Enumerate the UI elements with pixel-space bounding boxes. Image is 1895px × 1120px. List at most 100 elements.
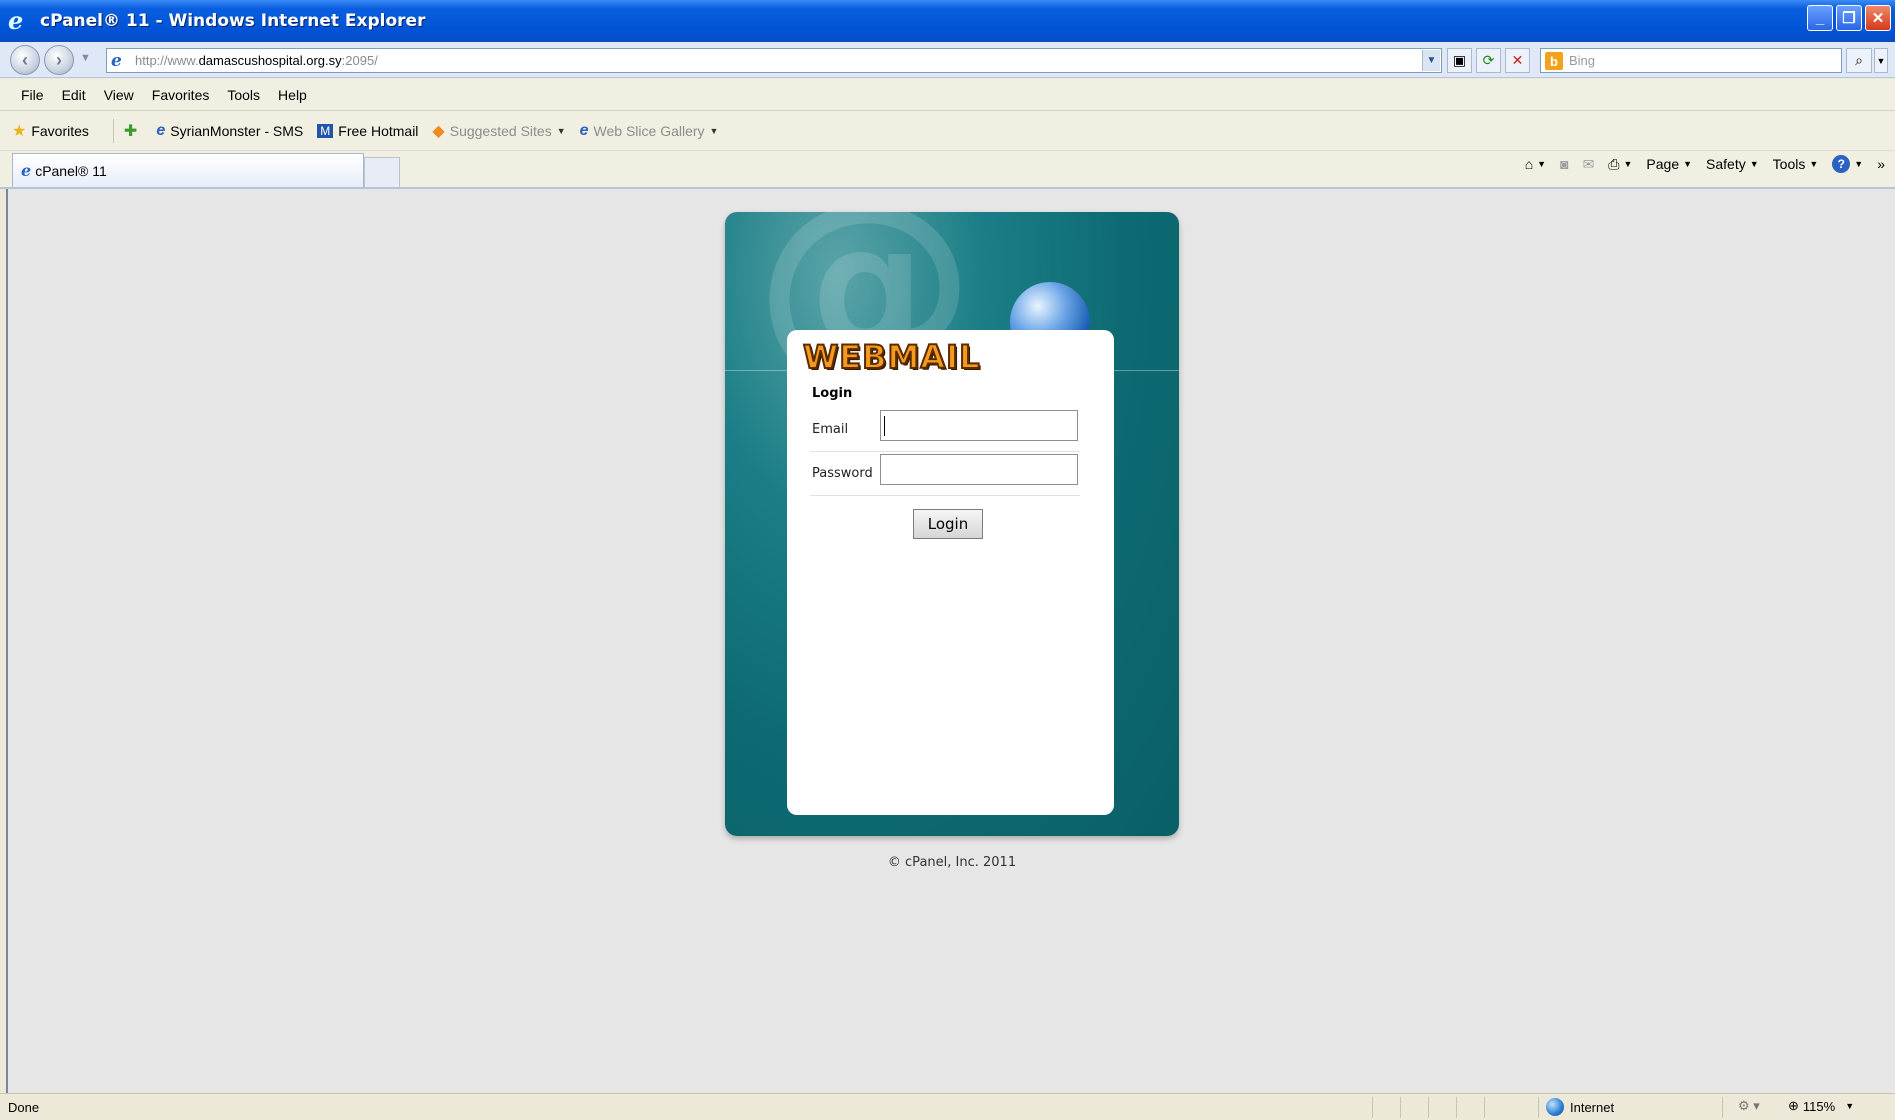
status-divider <box>1372 1097 1373 1118</box>
minimize-button[interactable]: _ <box>1807 5 1833 31</box>
safety-menu[interactable]: Safety ▼ <box>1706 156 1759 172</box>
status-divider <box>1722 1097 1723 1118</box>
ie-page-icon: e <box>579 121 589 139</box>
status-divider <box>1538 1097 1539 1118</box>
favorite-label: SyrianMonster - SMS <box>170 122 304 139</box>
back-button[interactable]: ‹ <box>10 45 40 75</box>
refresh-button[interactable]: ⟳ <box>1476 48 1501 73</box>
search-placeholder: Bing <box>1569 53 1596 68</box>
password-label: Password <box>812 466 873 481</box>
status-divider <box>1400 1097 1401 1118</box>
address-bar[interactable]: e http://www. damascushospital.org.sy :2… <box>106 48 1442 73</box>
menu-edit[interactable]: Edit <box>53 87 95 103</box>
menu-bar: File Edit View Favorites Tools Help <box>0 79 1895 111</box>
tab-label: cPanel® 11 <box>35 162 107 179</box>
new-tab-button[interactable] <box>364 157 400 187</box>
chevron-down-icon: ▼ <box>1809 159 1819 169</box>
menu-help[interactable]: Help <box>269 87 316 103</box>
menu-view[interactable]: View <box>95 87 143 103</box>
window-title-bar[interactable]: e cPanel® 11 - Windows Internet Explorer… <box>0 0 1895 42</box>
chevron-down-icon: ▼ <box>1623 159 1633 169</box>
url-host: damascushospital.org.sy <box>198 53 342 68</box>
status-divider <box>1484 1097 1485 1118</box>
search-button[interactable]: ⌕ <box>1846 48 1872 73</box>
home-button[interactable]: ⌂ ▼ <box>1525 156 1546 172</box>
security-zone[interactable]: Internet <box>1546 1098 1614 1116</box>
favorites-separator <box>112 118 114 143</box>
address-dropdown-button[interactable]: ▼ <box>1422 50 1440 71</box>
status-divider <box>1456 1097 1457 1118</box>
ie-logo-icon: e <box>8 6 24 35</box>
tab-row: e cPanel® 11 ⌂ ▼ ◙ ✉ ⎙ ▼ Page ▼ Safety ▼ Too… <box>0 151 1895 189</box>
text-cursor <box>884 416 885 436</box>
favorite-label: Web Slice Gallery <box>593 122 705 139</box>
menu-tools[interactable]: Tools <box>218 87 269 103</box>
suggested-sites-icon: ◆ <box>432 122 445 140</box>
tab-cpanel[interactable]: e cPanel® 11 <box>12 153 364 187</box>
webmail-login-panel: @ WEBMAIL Login Email Password Login <box>725 212 1179 836</box>
email-label: Email <box>812 422 849 437</box>
login-button[interactable]: Login <box>913 509 983 539</box>
email-field[interactable] <box>880 410 1078 441</box>
favorite-suggested-sites[interactable]: ◆ Suggested Sites ▼ <box>432 121 565 141</box>
favorite-link-syrianmonster[interactable]: e SyrianMonster - SMS <box>156 122 303 140</box>
tab-page-icon: e <box>21 161 32 180</box>
print-button[interactable]: ⎙ ▼ <box>1608 156 1632 173</box>
status-bar: Done Internet ⚙ ▾ ⊕ 115% ▼ <box>0 1093 1895 1120</box>
page-menu-label: Page <box>1646 156 1680 172</box>
chevron-down-icon: ▼ <box>556 125 566 136</box>
url-suffix: :2095/ <box>341 53 378 68</box>
chevron-down-icon: ▼ <box>709 125 719 136</box>
read-mail-button[interactable]: ✉ <box>1583 156 1595 173</box>
chevron-right-icon: » <box>1877 156 1885 172</box>
internet-globe-icon <box>1546 1098 1564 1116</box>
protected-mode-icon[interactable]: ⚙ ▾ <box>1738 1098 1760 1114</box>
window-controls: _ ❐ ✕ <box>1807 5 1891 31</box>
tools-menu[interactable]: Tools ▼ <box>1773 156 1819 172</box>
recent-pages-dropdown[interactable]: ▼ <box>80 52 91 64</box>
chevron-down-icon: ▼ <box>1683 159 1693 169</box>
zoom-icon: ⊕ <box>1788 1098 1799 1113</box>
window-title: cPanel® 11 - Windows Internet Explorer <box>40 11 426 31</box>
page-icon: e <box>111 51 122 71</box>
add-to-favorites-button[interactable]: ✚ <box>124 121 142 141</box>
feeds-button[interactable]: ◙ <box>1560 156 1568 172</box>
url-prefix: http://www. <box>135 53 199 68</box>
safety-menu-label: Safety <box>1706 156 1746 172</box>
menu-file[interactable]: File <box>12 87 53 103</box>
close-button[interactable]: ✕ <box>1865 5 1891 31</box>
home-icon: ⌂ <box>1524 156 1534 172</box>
login-card: WEBMAIL Login Email Password Login <box>787 330 1114 815</box>
password-field[interactable] <box>880 454 1078 485</box>
status-text: Done <box>8 1099 40 1115</box>
help-button[interactable]: ? ▼ <box>1832 155 1863 173</box>
webmail-logo: WEBMAIL <box>802 337 981 377</box>
more-commands-button[interactable]: » <box>1877 156 1885 172</box>
restore-button[interactable]: ❐ <box>1836 5 1862 31</box>
favorite-link-hotmail[interactable]: M Free Hotmail <box>317 123 418 139</box>
bing-icon: b <box>1545 52 1563 70</box>
compatibility-view-button[interactable]: ▣ <box>1447 48 1472 73</box>
ie-page-icon: e <box>156 121 166 139</box>
menu-favorites[interactable]: Favorites <box>143 87 219 103</box>
stop-button[interactable]: ✕ <box>1505 48 1530 73</box>
search-options-dropdown[interactable]: ▼ <box>1874 48 1888 73</box>
zoom-level: 115% <box>1802 1098 1836 1114</box>
zoom-control[interactable]: ⊕ 115% ▼ <box>1788 1098 1854 1114</box>
mail-icon: ✉ <box>1582 155 1595 172</box>
copyright-text: © cPanel, Inc. 2011 <box>887 855 1017 870</box>
favorites-label: Favorites <box>31 122 89 139</box>
chevron-down-icon: ▼ <box>1845 1101 1855 1111</box>
search-input[interactable]: b Bing <box>1540 48 1842 73</box>
status-divider <box>1428 1097 1429 1118</box>
login-heading: Login <box>812 386 853 401</box>
favorite-web-slice-gallery[interactable]: e Web Slice Gallery ▼ <box>580 122 719 140</box>
email-row: Email <box>810 408 1080 452</box>
forward-button[interactable]: › <box>44 45 74 75</box>
page-content: @ WEBMAIL Login Email Password Login © c… <box>6 189 1895 1093</box>
favorites-button[interactable]: ★ Favorites <box>12 121 89 141</box>
page-menu[interactable]: Page ▼ <box>1646 156 1692 172</box>
chevron-down-icon: ▼ <box>1854 159 1864 169</box>
favorites-bar: ★ Favorites ✚ e SyrianMonster - SMS M Fr… <box>0 111 1895 151</box>
favorite-label: Free Hotmail <box>338 122 419 139</box>
